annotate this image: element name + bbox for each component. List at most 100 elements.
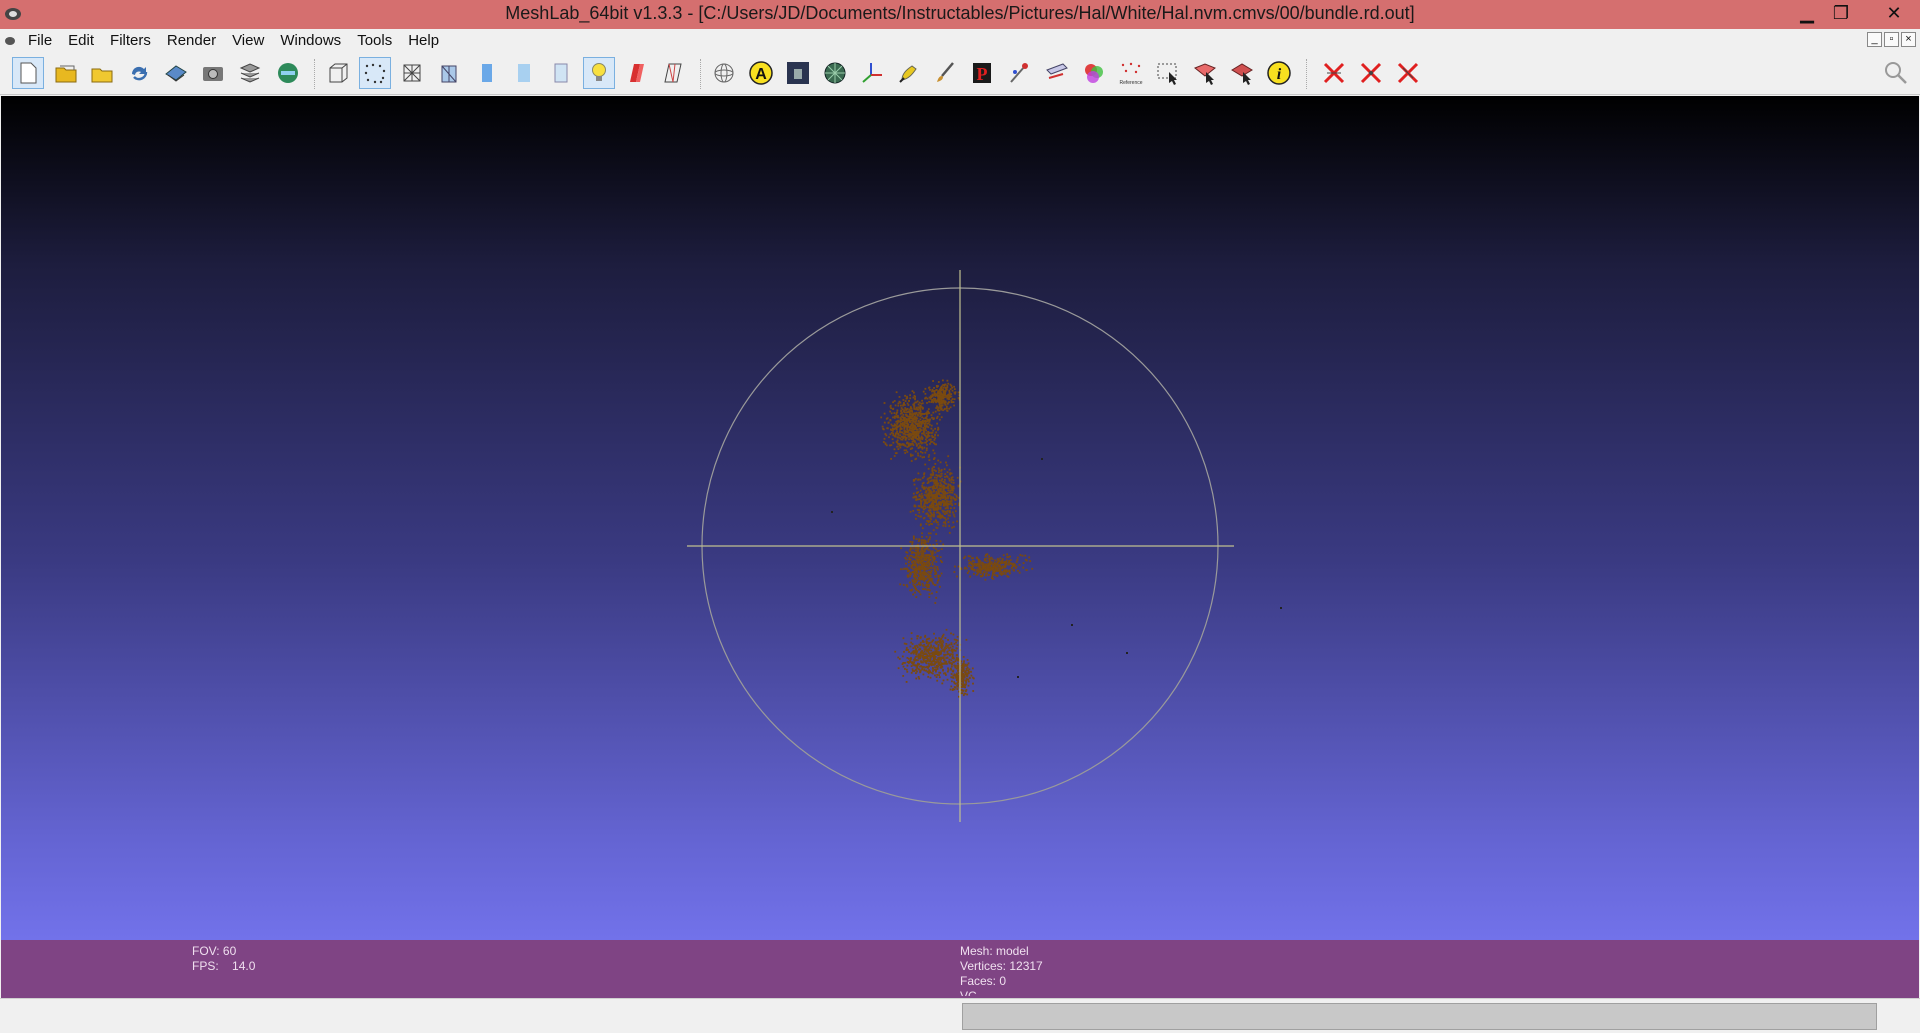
select-connected-icon — [1231, 63, 1253, 85]
paint-button[interactable] — [893, 57, 925, 89]
bbox-button[interactable] — [322, 57, 354, 89]
points-button[interactable] — [359, 57, 391, 89]
light-button[interactable] — [583, 57, 615, 89]
face-count: Faces: 0 — [960, 974, 1007, 988]
axes-button[interactable] — [856, 57, 888, 89]
double-light-button[interactable] — [620, 57, 652, 89]
menu-filters[interactable]: Filters — [104, 29, 161, 53]
status-bar — [0, 998, 1920, 1033]
reference-button[interactable]: Reference — [1115, 57, 1147, 89]
menu-tools[interactable]: Tools — [351, 29, 402, 53]
title-bar[interactable]: MeshLab_64bit v1.3.3 - [C:/Users/JD/Docu… — [0, 0, 1920, 29]
menu-file[interactable]: File — [22, 29, 62, 53]
wireframe-icon — [403, 64, 421, 82]
3d-viewport[interactable] — [1, 96, 1919, 940]
sphere-icon — [824, 62, 846, 84]
maximize-button[interactable]: ❐ — [1824, 0, 1858, 26]
open-project-button[interactable] — [50, 57, 82, 89]
new-project-button[interactable] — [12, 57, 44, 89]
layers-icon — [239, 63, 261, 83]
svg-text:A: A — [755, 66, 767, 83]
window-title: MeshLab_64bit v1.3.3 - [C:/Users/JD/Docu… — [505, 3, 1415, 23]
export-mesh-button[interactable] — [160, 57, 192, 89]
delete-vertices-icon — [1360, 62, 1382, 84]
flat-shading-button[interactable] — [471, 57, 503, 89]
mdi-restore-button[interactable]: ▫ — [1884, 32, 1899, 47]
mesh-name: Mesh: model — [960, 944, 1029, 958]
sphere-button[interactable] — [819, 57, 851, 89]
points-icon — [364, 63, 386, 84]
annotation-icon: A — [749, 61, 773, 85]
menu-view[interactable]: View — [226, 29, 274, 53]
hidden-lines-icon — [441, 65, 457, 83]
trackball-icon — [714, 63, 734, 83]
import-mesh-button[interactable] — [86, 57, 118, 89]
delete-vertices-button[interactable] — [1355, 57, 1387, 89]
close-button[interactable]: ✕ — [1868, 0, 1920, 26]
texture-button[interactable] — [545, 57, 577, 89]
menu-windows[interactable]: Windows — [274, 29, 351, 53]
select-vertices-button[interactable] — [1189, 57, 1221, 89]
align-icon — [1010, 63, 1028, 83]
progress-bar — [962, 1003, 1877, 1030]
select-connected-button[interactable] — [1226, 57, 1258, 89]
bbox-icon — [329, 63, 348, 83]
toolbar-separator — [314, 59, 316, 89]
menu-bar: File Edit Filters Render View Windows To… — [0, 29, 1920, 53]
info-button[interactable]: i — [1263, 57, 1295, 89]
color-button[interactable] — [1078, 57, 1110, 89]
svg-text:Reference: Reference — [1119, 80, 1142, 86]
point-cloud-scene[interactable] — [1, 96, 1919, 940]
svg-text:P: P — [977, 64, 988, 84]
snapshot-button[interactable] — [197, 57, 229, 89]
backface-icon — [664, 63, 682, 83]
brush-button[interactable] — [930, 57, 962, 89]
document-system-icon[interactable] — [4, 35, 16, 47]
new-project-icon — [20, 62, 37, 84]
delete-all-button[interactable] — [1392, 57, 1424, 89]
reference-icon: Reference — [1119, 62, 1143, 86]
menu-render[interactable]: Render — [161, 29, 226, 53]
pick-points-button[interactable]: P — [967, 57, 999, 89]
menu-help[interactable]: Help — [402, 29, 449, 53]
search-button[interactable] — [1880, 57, 1912, 89]
select-faces-icon — [1157, 63, 1177, 85]
svg-text:i: i — [1277, 66, 1282, 83]
annotation-button[interactable]: A — [745, 57, 777, 89]
fps-label: FPS: — [192, 959, 219, 973]
minimize-button[interactable]: ▁ — [1790, 0, 1824, 26]
toolbar-separator — [700, 59, 702, 89]
color-icon — [1085, 64, 1103, 83]
paint-icon — [899, 65, 917, 83]
toolbar-separator — [1306, 59, 1308, 89]
backface-button[interactable] — [657, 57, 689, 89]
info-icon: i — [1267, 61, 1291, 85]
hidden-lines-button[interactable] — [433, 57, 465, 89]
import-mesh-icon — [91, 68, 113, 83]
raster-icon — [787, 62, 809, 84]
export-mesh-icon — [165, 65, 187, 82]
search-icon — [1885, 62, 1907, 84]
smooth-shading-button[interactable] — [508, 57, 540, 89]
sketchfab-button[interactable] — [272, 57, 304, 89]
trackball-button[interactable] — [708, 57, 740, 89]
mdi-close-button[interactable]: × — [1901, 32, 1916, 47]
vertex-count: Vertices: 12317 — [960, 959, 1043, 973]
measure-button[interactable] — [1041, 57, 1073, 89]
delete-all-icon — [1397, 62, 1419, 84]
point-cloud — [831, 379, 1282, 698]
reload-button[interactable] — [123, 57, 155, 89]
fov-line: FOV: 60 — [192, 944, 255, 959]
layers-button[interactable] — [234, 57, 266, 89]
select-faces-button[interactable] — [1152, 57, 1184, 89]
raster-button[interactable] — [782, 57, 814, 89]
delete-faces-button[interactable] — [1318, 57, 1350, 89]
menu-edit[interactable]: Edit — [62, 29, 104, 53]
wireframe-button[interactable] — [396, 57, 428, 89]
axes-icon — [862, 63, 882, 83]
mdi-minimize-button[interactable]: _ — [1867, 32, 1882, 47]
reload-icon — [131, 66, 148, 81]
align-button[interactable] — [1004, 57, 1036, 89]
snapshot-icon — [203, 67, 223, 81]
meshlab-window: MeshLab_64bit v1.3.3 - [C:/Users/JD/Docu… — [0, 0, 1920, 1033]
